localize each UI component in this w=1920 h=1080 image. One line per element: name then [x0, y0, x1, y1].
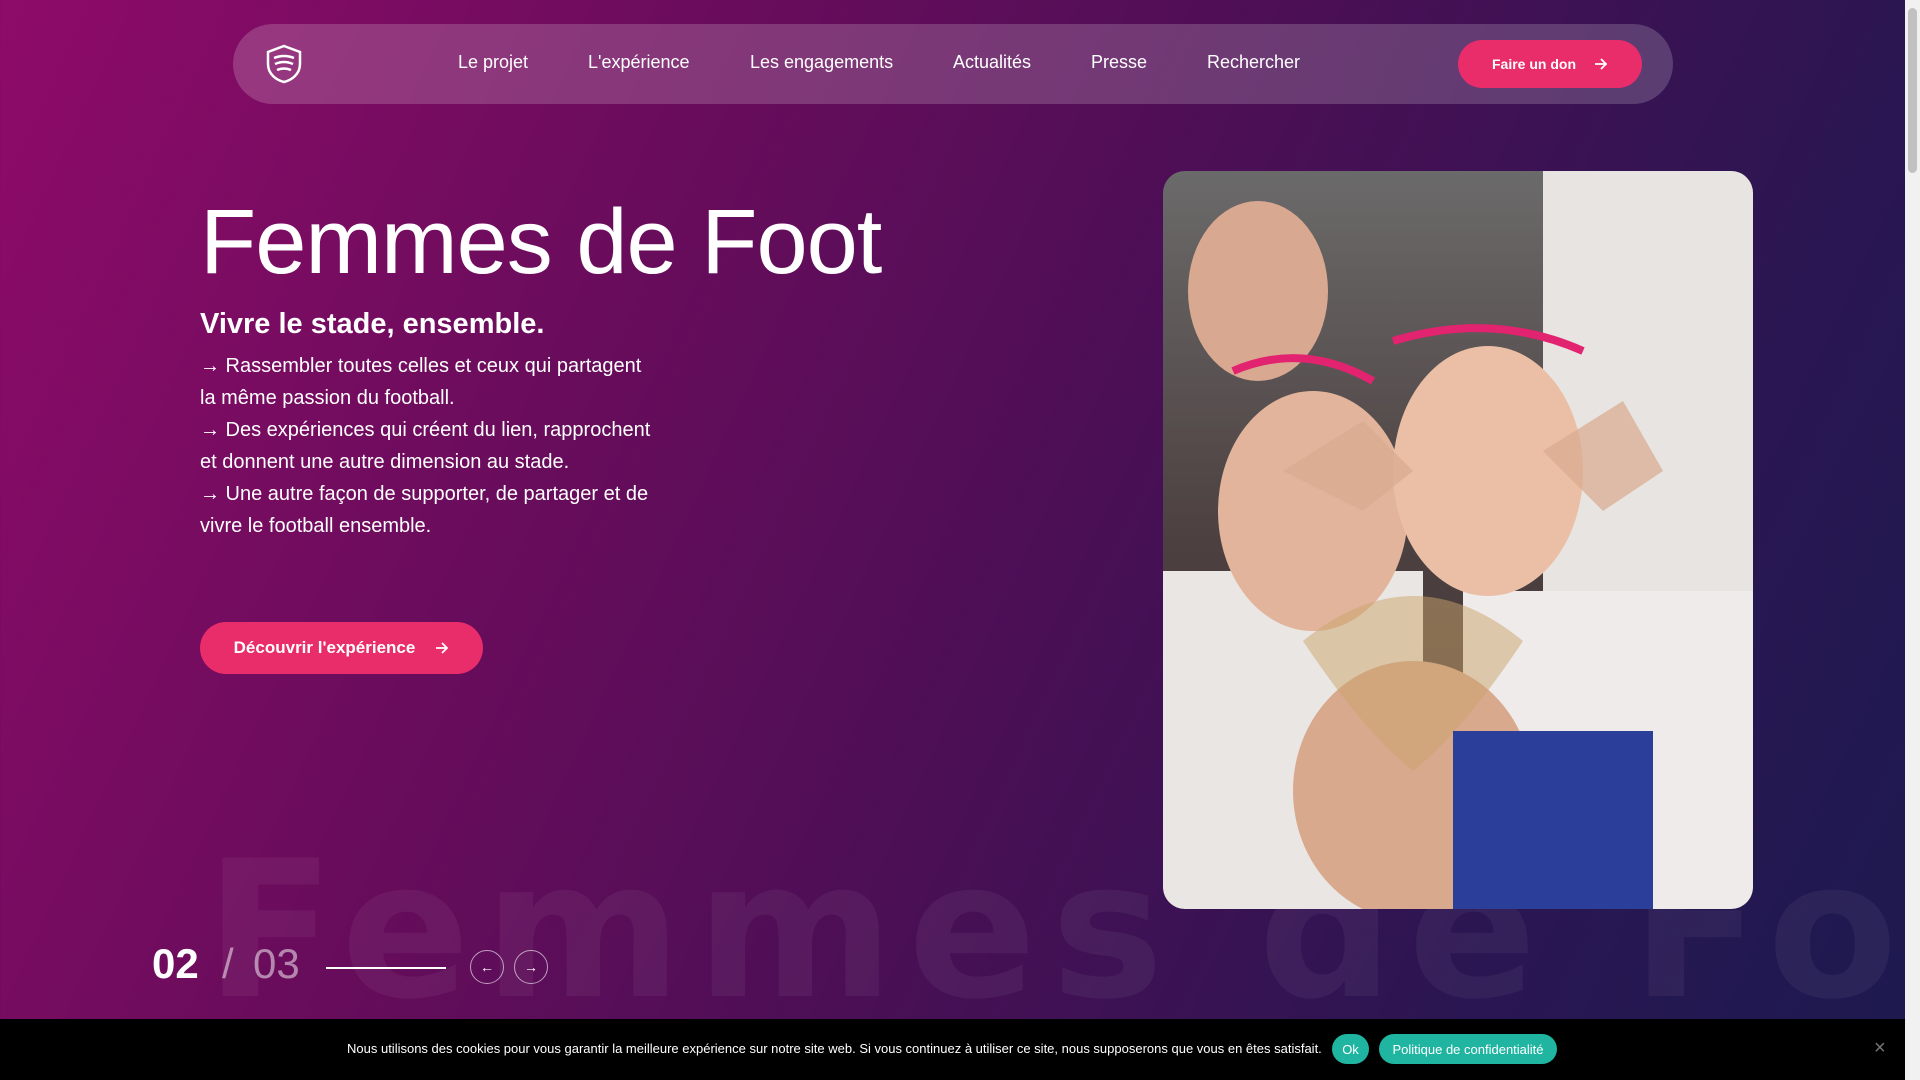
- cookie-ok-button[interactable]: Ok: [1332, 1034, 1369, 1064]
- arrow-right-icon: [436, 642, 449, 654]
- arrow-right-icon: [1595, 58, 1608, 70]
- slide-total-number: 03: [253, 940, 300, 987]
- nav-item-experience[interactable]: L'expérience: [588, 52, 690, 73]
- slide-prev-button[interactable]: ←: [470, 950, 504, 984]
- nav-item-presse[interactable]: Presse: [1091, 52, 1147, 73]
- hero-description: → Rassembler toutes celles et ceux qui p…: [200, 350, 660, 542]
- hero-subtitle: Vivre le stade, ensemble.: [200, 308, 545, 340]
- slide-current-number: 02: [152, 940, 199, 987]
- close-icon[interactable]: ×: [1874, 1037, 1886, 1060]
- donate-button-label: Faire un don: [1492, 56, 1576, 72]
- arrow-left-icon: ←: [480, 959, 494, 975]
- privacy-policy-button[interactable]: Politique de confidentialité: [1379, 1034, 1557, 1064]
- donate-button[interactable]: Faire un don: [1458, 40, 1642, 88]
- hero-title: Femmes de Foot: [200, 191, 882, 293]
- hero-line: → Rassembler toutes celles et ceux qui p…: [200, 355, 642, 409]
- slide-separator: /: [222, 940, 234, 987]
- slide-progress-bar: [326, 967, 446, 969]
- nav-item-engagements[interactable]: Les engagements: [750, 52, 893, 73]
- scrollbar[interactable]: [1905, 0, 1920, 1080]
- discover-experience-button[interactable]: Découvrir l'expérience: [200, 622, 483, 674]
- nav-item-le-projet[interactable]: Le projet: [458, 52, 528, 73]
- cta-label: Découvrir l'expérience: [233, 638, 416, 657]
- nav-item-rechercher[interactable]: Rechercher: [1207, 52, 1300, 73]
- cookie-text: Nous utilisons des cookies pour vous gar…: [347, 1041, 1322, 1056]
- hero-photo: [1163, 171, 1753, 909]
- top-navigation: Le projet L'expérience Les engagements A…: [233, 24, 1673, 104]
- cookie-banner: Nous utilisons des cookies pour vous gar…: [0, 1019, 1905, 1080]
- nav-item-actualites[interactable]: Actualités: [953, 52, 1031, 73]
- hero-line: → Des expériences qui créent du lien, ra…: [200, 419, 651, 473]
- slide-next-button[interactable]: →: [514, 950, 548, 984]
- hero-line: → Une autre façon de supporter, de parta…: [200, 483, 649, 537]
- arrow-right-icon: →: [524, 959, 538, 975]
- shield-logo-icon[interactable]: [265, 44, 303, 84]
- scrollbar-thumb[interactable]: [1908, 8, 1917, 173]
